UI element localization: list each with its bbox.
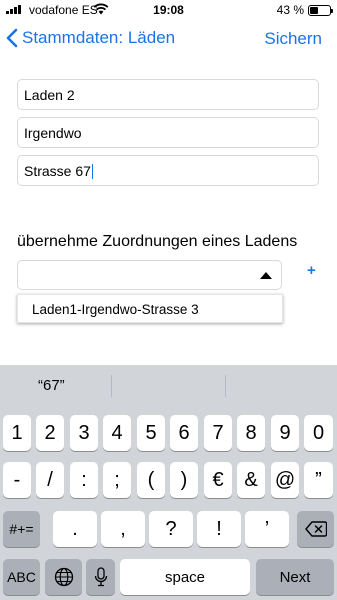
- key-period[interactable]: .: [53, 511, 97, 547]
- status-bar: vodafone ES 19:08 43 %: [0, 0, 337, 20]
- key-8[interactable]: 8: [237, 415, 265, 451]
- key-2[interactable]: 2: [36, 415, 64, 451]
- battery-icon: [308, 5, 333, 16]
- street-value: Strasse 67: [24, 163, 91, 179]
- battery-percentage: 43 %: [276, 3, 304, 17]
- keyboard: “67” 1 2 3 4 5 6 7 8 9 0 - / : ; ( ) € &…: [0, 365, 337, 600]
- store-name-field[interactable]: Laden 2: [17, 79, 319, 110]
- key-slash[interactable]: /: [36, 462, 64, 498]
- back-button[interactable]: Stammdaten: Läden: [6, 28, 175, 48]
- microphone-icon: [94, 567, 107, 587]
- key-comma[interactable]: ,: [101, 511, 145, 547]
- globe-icon: [54, 567, 73, 587]
- city-field[interactable]: Irgendwo: [17, 117, 319, 148]
- save-button[interactable]: Sichern: [264, 29, 322, 49]
- key-colon[interactable]: :: [70, 462, 98, 498]
- dropdown-option[interactable]: Laden1-Irgendwo-Strasse 3: [17, 294, 283, 323]
- key-1[interactable]: 1: [3, 415, 31, 451]
- key-4[interactable]: 4: [103, 415, 131, 451]
- suggestion-bar: “67”: [0, 365, 337, 406]
- suggestion-divider: [111, 375, 112, 397]
- battery-fill: [310, 7, 318, 14]
- key-euro[interactable]: €: [204, 462, 232, 498]
- key-exclamation[interactable]: !: [197, 511, 241, 547]
- key-quote[interactable]: ”: [304, 462, 333, 498]
- suggestion-divider: [225, 375, 226, 397]
- key-6[interactable]: 6: [170, 415, 198, 451]
- key-question[interactable]: ?: [149, 511, 193, 547]
- street-field[interactable]: Strasse 67: [17, 155, 319, 186]
- key-open-paren[interactable]: (: [137, 462, 165, 498]
- add-button[interactable]: +: [307, 262, 316, 279]
- text-cursor: [91, 164, 94, 179]
- space-key[interactable]: space: [120, 559, 250, 595]
- key-0[interactable]: 0: [304, 415, 333, 451]
- next-key[interactable]: Next: [256, 559, 334, 595]
- abc-key[interactable]: ABC: [3, 559, 40, 595]
- globe-key[interactable]: [45, 559, 82, 595]
- symbols-key[interactable]: #+=: [3, 511, 40, 547]
- key-7[interactable]: 7: [204, 415, 232, 451]
- navigation-bar: Stammdaten: Läden Sichern: [0, 20, 337, 60]
- key-at[interactable]: @: [271, 462, 299, 498]
- dictation-key[interactable]: [86, 559, 115, 595]
- backspace-icon: [304, 521, 327, 537]
- key-semicolon[interactable]: ;: [103, 462, 131, 498]
- chevron-left-icon: [6, 28, 18, 48]
- key-apostrophe[interactable]: ’: [245, 511, 289, 547]
- key-3[interactable]: 3: [70, 415, 98, 451]
- suggestion-1[interactable]: “67”: [38, 377, 65, 394]
- key-9[interactable]: 9: [271, 415, 299, 451]
- key-ampersand[interactable]: &: [237, 462, 265, 498]
- key-close-paren[interactable]: ): [170, 462, 198, 498]
- key-hyphen[interactable]: -: [3, 462, 31, 498]
- city-value: Irgendwo: [24, 125, 82, 141]
- store-name-value: Laden 2: [24, 87, 75, 103]
- store-select[interactable]: [17, 260, 282, 290]
- assign-section-label: übernehme Zuordnungen eines Ladens: [17, 233, 298, 250]
- key-5[interactable]: 5: [137, 415, 165, 451]
- back-button-label: Stammdaten: Läden: [22, 28, 176, 47]
- delete-key[interactable]: [297, 511, 334, 547]
- dropdown-arrow-icon: [260, 272, 272, 279]
